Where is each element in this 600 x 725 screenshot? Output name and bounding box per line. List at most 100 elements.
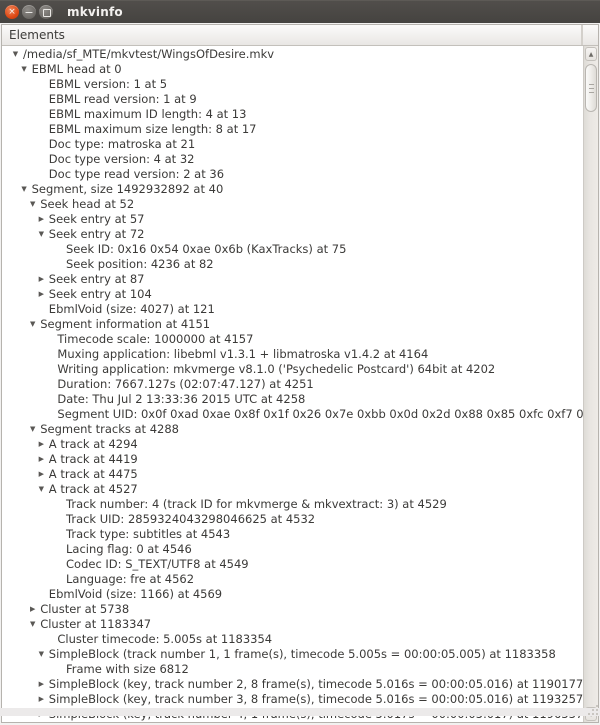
title-bar[interactable]: × − mkvinfo <box>0 0 600 23</box>
tree-row-label: A track at 4527 <box>48 482 138 496</box>
tree-row[interactable]: Timecode scale: 1000000 at 4157 <box>2 332 583 347</box>
twisty-expanded-icon[interactable]: ▼ <box>27 617 38 632</box>
window-bottom-strip <box>0 705 600 716</box>
twisty-expanded-icon[interactable]: ▼ <box>10 47 21 62</box>
twisty-placeholder-icon <box>36 107 47 122</box>
tree-row[interactable]: ▶ A track at 4475 <box>2 467 583 482</box>
twisty-collapsed-icon[interactable]: ▶ <box>36 677 47 692</box>
tree-row-label: Language: fre at 4562 <box>66 572 195 586</box>
tree-row[interactable]: ▼ Cluster at 1183347 <box>2 617 583 632</box>
tree-row[interactable]: EBML maximum ID length: 4 at 13 <box>2 107 583 122</box>
tree-row-label: Timecode scale: 1000000 at 4157 <box>57 332 254 346</box>
twisty-expanded-icon[interactable]: ▼ <box>27 422 38 437</box>
tree-row[interactable]: ▶ Seek entry at 87 <box>2 272 583 287</box>
tree-row[interactable]: ▶ Seek entry at 104 <box>2 287 583 302</box>
tree-row[interactable]: EbmlVoid (size: 4027) at 121 <box>2 302 583 317</box>
tree-row[interactable]: ▼ Segment information at 4151 <box>2 317 583 332</box>
tree-row[interactable]: Codec ID: S_TEXT/UTF8 at 4549 <box>2 557 583 572</box>
tree-row[interactable]: Cluster timecode: 5.005s at 1183354 <box>2 632 583 647</box>
tree-row-label: Lacing flag: 0 at 4546 <box>66 542 192 556</box>
tree-row-label: Seek entry at 57 <box>48 212 145 226</box>
twisty-placeholder-icon <box>36 77 47 92</box>
tree-row[interactable]: ▶ A track at 4419 <box>2 452 583 467</box>
tree-row[interactable]: Track type: subtitles at 4543 <box>2 527 583 542</box>
scrollbar-grip-icon <box>588 83 594 93</box>
twisty-placeholder-icon <box>36 167 47 182</box>
twisty-expanded-icon[interactable]: ▼ <box>27 197 38 212</box>
twisty-placeholder-icon <box>53 512 64 527</box>
twisty-expanded-icon[interactable]: ▼ <box>19 182 30 197</box>
tree-header-row: Elements <box>2 25 598 46</box>
client-area: Elements ▼/media/sf_MTE/mkvtest/WingsOfD… <box>0 23 600 725</box>
tree-rows[interactable]: ▼/media/sf_MTE/mkvtest/WingsOfDesire.mkv… <box>2 46 583 722</box>
tree-row-label: EBML maximum size length: 8 at 17 <box>48 122 257 136</box>
twisty-expanded-icon[interactable]: ▼ <box>36 227 47 242</box>
twisty-collapsed-icon[interactable]: ▶ <box>36 287 47 302</box>
twisty-collapsed-icon[interactable]: ▶ <box>27 602 38 617</box>
twisty-expanded-icon[interactable]: ▼ <box>36 647 47 662</box>
tree-row[interactable]: ▼ SimpleBlock (track number 1, 1 frame(s)… <box>2 647 583 662</box>
tree-row[interactable]: Seek ID: 0x16 0x54 0xae 0x6b (KaxTracks)… <box>2 242 583 257</box>
tree-row[interactable]: Track UID: 2859324043298046625 at 4532 <box>2 512 583 527</box>
tree-row[interactable]: ▶ Cluster at 5738 <box>2 602 583 617</box>
twisty-placeholder-icon <box>44 377 55 392</box>
twisty-collapsed-icon[interactable]: ▶ <box>36 452 47 467</box>
tree-row[interactable]: Lacing flag: 0 at 4546 <box>2 542 583 557</box>
twisty-collapsed-icon[interactable]: ▶ <box>36 212 47 227</box>
tree-row[interactable]: EBML maximum size length: 8 at 17 <box>2 122 583 137</box>
tree-row-label: Doc type read version: 2 at 36 <box>48 167 225 181</box>
scrollbar-track[interactable] <box>584 62 598 706</box>
tree-row-label: Seek ID: 0x16 0x54 0xae 0x6b (KaxTracks)… <box>66 242 347 256</box>
tree-row[interactable]: Track number: 4 (track ID for mkvmerge &… <box>2 497 583 512</box>
tree-row[interactable]: ▼ A track at 4527 <box>2 482 583 497</box>
twisty-collapsed-icon[interactable]: ▶ <box>36 692 47 707</box>
tree-row[interactable]: Duration: 7667.127s (02:07:47.127) at 42… <box>2 377 583 392</box>
twisty-collapsed-icon[interactable]: ▶ <box>36 272 47 287</box>
mkvinfo-window: × − mkvinfo Elements ▼/media/sf_MTE/mkvt… <box>0 0 600 725</box>
resize-grip-icon[interactable] <box>585 702 598 715</box>
tree-row[interactable]: ▼/media/sf_MTE/mkvtest/WingsOfDesire.mkv <box>2 47 583 62</box>
tree-row-label: Seek entry at 87 <box>48 272 145 286</box>
twisty-expanded-icon[interactable]: ▼ <box>27 317 38 332</box>
tree-row[interactable]: ▶ SimpleBlock (key, track number 2, 8 fra… <box>2 677 583 692</box>
tree-row-label: Doc type version: 4 at 32 <box>48 152 195 166</box>
twisty-expanded-icon[interactable]: ▼ <box>19 62 30 77</box>
tree-row[interactable]: EBML version: 1 at 5 <box>2 77 583 92</box>
tree-row-label: Segment information at 4151 <box>40 317 211 331</box>
twisty-expanded-icon[interactable]: ▼ <box>36 482 47 497</box>
scroll-up-button[interactable]: ▲ <box>585 47 597 61</box>
tree-row[interactable]: ▶ A track at 4294 <box>2 437 583 452</box>
column-header-elements[interactable]: Elements <box>2 25 582 45</box>
tree-row[interactable]: ▶ Seek entry at 57 <box>2 212 583 227</box>
tree-row[interactable]: EbmlVoid (size: 1166) at 4569 <box>2 587 583 602</box>
tree-row[interactable]: ▶ SimpleBlock (key, track number 3, 8 fra… <box>2 692 583 707</box>
tree-row[interactable]: Frame with size 6812 <box>2 662 583 677</box>
tree-row-label: SimpleBlock (key, track number 3, 8 fram… <box>48 692 583 706</box>
tree-row[interactable]: ▼ Seek entry at 72 <box>2 227 583 242</box>
tree-row[interactable]: EBML read version: 1 at 9 <box>2 92 583 107</box>
twisty-collapsed-icon[interactable]: ▶ <box>36 467 47 482</box>
tree-row-label: EBML version: 1 at 5 <box>48 77 168 91</box>
tree-row-label: Track UID: 2859324043298046625 at 4532 <box>66 512 316 526</box>
scrollbar-thumb[interactable] <box>585 64 597 112</box>
tree-row[interactable]: Segment UID: 0x0f 0xad 0xae 0x8f 0x1f 0x… <box>2 407 583 422</box>
tree-row[interactable]: Muxing application: libebml v1.3.1 + lib… <box>2 347 583 362</box>
tree-row-label: Seek position: 4236 at 82 <box>66 257 214 271</box>
tree-row-label: Date: Thu Jul 2 13:33:36 2015 UTC at 425… <box>57 392 306 406</box>
tree-row[interactable]: ▼ Segment, size 1492932892 at 40 <box>2 182 583 197</box>
tree-row-label: Doc type: matroska at 21 <box>48 137 196 151</box>
tree-row[interactable]: Doc type read version: 2 at 36 <box>2 167 583 182</box>
tree-row[interactable]: ▼ EBML head at 0 <box>2 62 583 77</box>
tree-row[interactable]: ▼ Seek head at 52 <box>2 197 583 212</box>
tree-row[interactable]: Seek position: 4236 at 82 <box>2 257 583 272</box>
twisty-collapsed-icon[interactable]: ▶ <box>36 437 47 452</box>
tree-row[interactable]: Writing application: mkvmerge v8.1.0 ('P… <box>2 362 583 377</box>
tree-row-label: Cluster at 1183347 <box>40 617 152 631</box>
twisty-placeholder-icon <box>36 137 47 152</box>
tree-row[interactable]: Date: Thu Jul 2 13:33:36 2015 UTC at 425… <box>2 392 583 407</box>
tree-row[interactable]: ▼ Segment tracks at 4288 <box>2 422 583 437</box>
tree-row[interactable]: Language: fre at 4562 <box>2 572 583 587</box>
vertical-scrollbar[interactable]: ▲ ▼ <box>583 46 598 722</box>
tree-row[interactable]: Doc type version: 4 at 32 <box>2 152 583 167</box>
tree-row[interactable]: Doc type: matroska at 21 <box>2 137 583 152</box>
